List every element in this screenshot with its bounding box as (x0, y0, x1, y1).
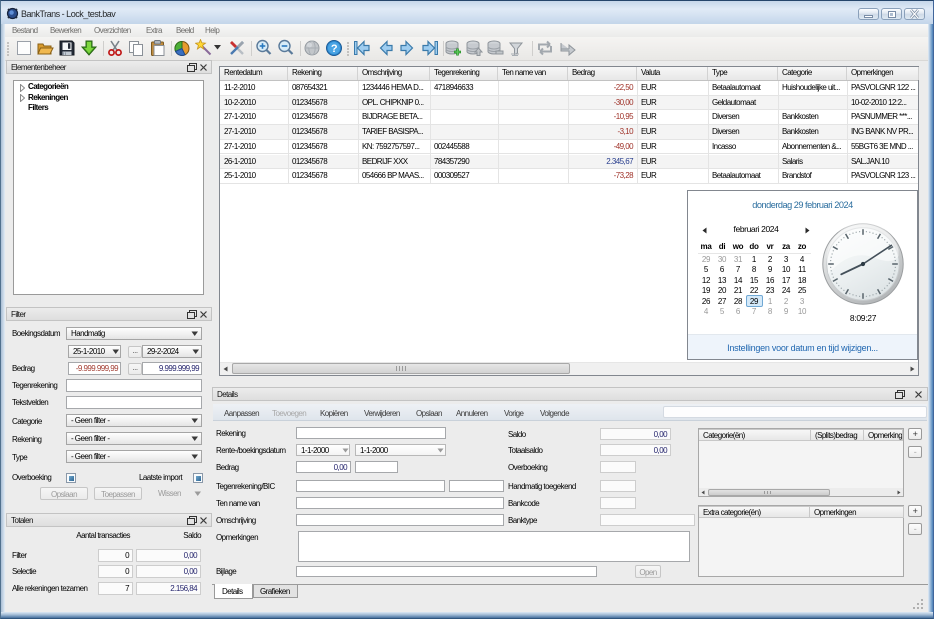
svg-text:?: ? (331, 43, 338, 55)
